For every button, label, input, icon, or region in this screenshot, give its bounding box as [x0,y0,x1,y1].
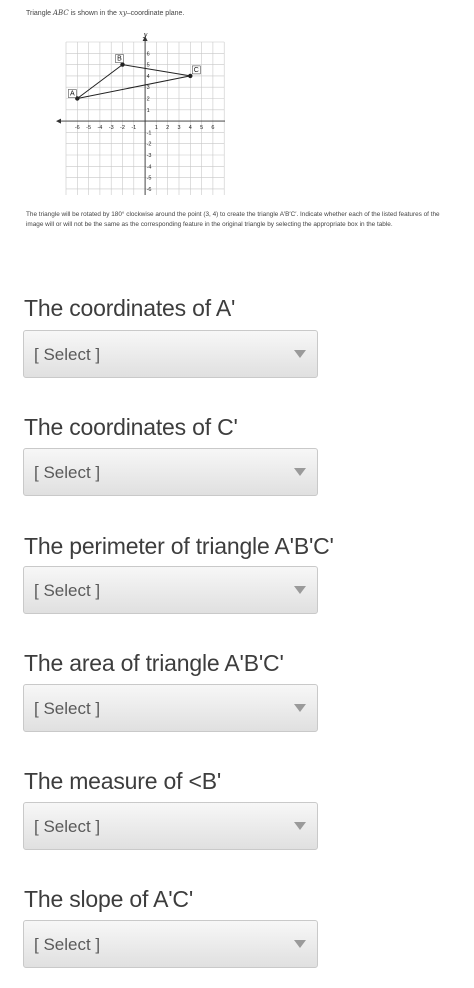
dropdown-arrow-icon [294,822,306,830]
point-label-b: B [117,56,122,63]
y-tick-label: -2 [147,142,152,148]
coordinate-plane: xy-6-5-4-3-2-1123456654321-1-2-3-4-5-6 A… [56,33,225,195]
x-tick-label: 2 [166,125,169,131]
x-tick-label: 4 [189,125,192,131]
select-value: [ Select ] [34,935,101,954]
dropdown-arrow-icon [294,586,306,594]
select-a-prime[interactable]: [ Select ] [23,330,318,378]
x-tick-label: 6 [211,125,214,131]
problem-description: The triangle will be rotated by 180° clo… [26,211,440,228]
question-label-angle-b: The measure of <B' [24,768,222,794]
x-tick-label: -4 [97,125,102,131]
x-tick-label: -5 [86,125,91,131]
y-tick-label: -4 [147,164,152,170]
select-area[interactable]: [ Select ] [23,684,318,732]
triangle-abc: A B C [68,54,201,101]
y-tick-label: -5 [147,176,152,182]
question-label-area: The area of triangle A'B'C' [24,650,284,676]
x-tick-label: -6 [75,125,80,131]
x-axis-arrow-left-icon [56,118,61,124]
dropdown-arrow-icon [294,940,306,948]
plane-name: xy [118,9,127,17]
y-tick-label: 2 [147,97,150,103]
y-tick-label: -1 [147,130,152,136]
select-value: [ Select ] [34,817,101,836]
select-slope[interactable]: [ Select ] [23,920,318,968]
question-label-a-prime: The coordinates of A' [24,295,236,321]
y-tick-label: 1 [147,108,150,114]
y-tick-label: 6 [147,51,150,57]
select-angle-b[interactable]: [ Select ] [23,802,318,850]
question-label-slope: The slope of A'C' [24,886,194,912]
point-b [120,62,125,67]
question-label-c-prime: The coordinates of C' [24,414,238,440]
select-value: [ Select ] [34,699,101,718]
x-tick-label: 1 [155,125,158,131]
select-c-prime[interactable]: [ Select ] [23,448,318,496]
dropdown-arrow-icon [294,350,306,358]
x-tick-label: 3 [177,125,180,131]
triangle-name: ABC [52,9,69,17]
y-tick-label: 5 [147,63,150,69]
x-tick-label: 5 [200,125,203,131]
intro-text: Triangle ABC is shown in the xy–coordina… [26,9,185,17]
x-tick-label: -1 [131,125,136,131]
point-label-c: C [194,67,199,74]
y-tick-label: 4 [147,74,150,80]
y-tick-label: -3 [147,153,152,159]
x-tick-label: -2 [120,125,125,131]
axes: xy-6-5-4-3-2-1123456654321-1-2-3-4-5-6 [56,33,225,195]
select-value: [ Select ] [34,463,101,482]
y-axis-label: y [142,33,148,38]
point-c [188,73,193,79]
question-label-perimeter: The perimeter of triangle A'B'C' [24,533,334,559]
dropdown-arrow-icon [294,704,306,712]
x-tick-label: -3 [109,125,114,131]
select-value: [ Select ] [34,581,101,600]
dropdown-arrow-icon [294,468,306,476]
select-value: [ Select ] [34,345,101,364]
point-label-a: A [70,91,75,98]
y-tick-label: 3 [147,85,150,91]
y-tick-label: -6 [147,187,152,193]
select-perimeter[interactable]: [ Select ] [23,566,318,614]
